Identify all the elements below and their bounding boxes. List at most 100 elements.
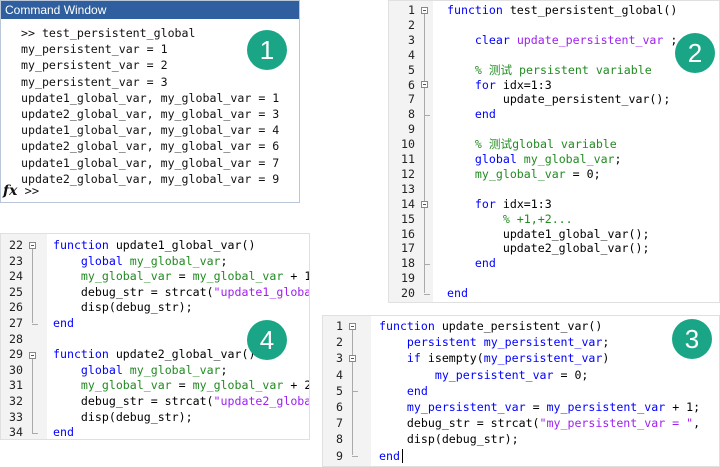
fold-guide bbox=[424, 208, 425, 264]
line-number: 11 bbox=[389, 152, 415, 167]
command-output-line: update2_global_var, my_global_var = 3 bbox=[21, 106, 279, 122]
code-line[interactable]: % +1,+2... bbox=[447, 212, 573, 227]
line-number: 17 bbox=[389, 241, 415, 256]
badge-4: 4 bbox=[247, 320, 287, 360]
line-number: 6 bbox=[389, 78, 415, 93]
line-number: 24 bbox=[1, 269, 23, 285]
line-number: 9 bbox=[389, 122, 415, 137]
code-line[interactable]: for idx=1:3 bbox=[447, 78, 552, 93]
line-number: 16 bbox=[389, 227, 415, 242]
line-number: 20 bbox=[389, 286, 415, 301]
code-line[interactable]: for idx=1:3 bbox=[447, 197, 552, 212]
command-output-line: my_persistent_var = 2 bbox=[21, 57, 279, 73]
badge-1: 1 bbox=[247, 30, 287, 70]
code-line[interactable]: function test_persistent_global() bbox=[447, 3, 677, 18]
code-line[interactable]: end bbox=[447, 256, 496, 271]
code-line[interactable]: function update_persistent_var() bbox=[379, 318, 602, 334]
code-line[interactable]: end bbox=[447, 107, 496, 122]
fold-toggle-icon[interactable] bbox=[421, 7, 428, 14]
line-number: 18 bbox=[389, 256, 415, 271]
line-number: 25 bbox=[1, 285, 23, 301]
line-number: 8 bbox=[389, 107, 415, 122]
line-number: 10 bbox=[389, 137, 415, 152]
line-number: 8 bbox=[323, 431, 343, 447]
code-line[interactable]: end bbox=[379, 383, 428, 399]
fold-end-marker bbox=[424, 294, 430, 295]
editor-update-persistent-var[interactable]: 1function update_persistent_var()2 persi… bbox=[322, 315, 720, 467]
fold-guide bbox=[352, 362, 353, 390]
code-line[interactable]: global my_global_var; bbox=[53, 363, 228, 379]
code-line[interactable]: end bbox=[53, 425, 74, 440]
fold-end-marker bbox=[352, 456, 358, 457]
line-number: 4 bbox=[389, 48, 415, 63]
code-line[interactable]: if isempty(my_persistent_var) bbox=[379, 350, 609, 366]
command-prompt[interactable]: fx >> bbox=[3, 183, 39, 199]
line-number: 4 bbox=[323, 367, 343, 383]
code-line[interactable]: global my_global_var; bbox=[53, 254, 228, 270]
line-number: 34 bbox=[1, 425, 23, 440]
code-line[interactable]: debug_str = strcat("update1_global_ bbox=[53, 285, 310, 301]
line-number: 7 bbox=[389, 92, 415, 107]
code-line[interactable]: % 测试global variable bbox=[447, 137, 617, 152]
fold-toggle-icon[interactable] bbox=[29, 352, 36, 359]
line-number: 15 bbox=[389, 212, 415, 227]
command-window-title: Command Window bbox=[1, 1, 299, 19]
code-line[interactable]: my_global_var = my_global_var + 1; bbox=[53, 269, 310, 285]
fold-end-marker bbox=[424, 115, 430, 116]
code-line[interactable]: % 测试 persistent variable bbox=[447, 63, 652, 78]
line-number: 1 bbox=[323, 318, 343, 334]
code-line[interactable]: update2_global_var(); bbox=[447, 241, 649, 256]
line-number: 30 bbox=[1, 363, 23, 379]
line-number: 22 bbox=[1, 238, 23, 254]
code-line[interactable]: global my_global_var; bbox=[447, 152, 622, 167]
code-line[interactable]: disp(debug_str); bbox=[53, 410, 193, 426]
code-line[interactable]: my_persistent_var = my_persistent_var + … bbox=[379, 399, 700, 415]
code-line[interactable]: update_persistent_var(); bbox=[447, 92, 670, 107]
code-line[interactable]: end bbox=[447, 286, 468, 301]
badge-2: 2 bbox=[675, 33, 715, 73]
code-line[interactable]: function update1_global_var() bbox=[53, 238, 255, 254]
prompt-symbol: >> bbox=[25, 184, 39, 198]
line-number: 26 bbox=[1, 300, 23, 316]
line-number: 28 bbox=[1, 332, 23, 348]
line-number: 23 bbox=[1, 254, 23, 270]
editor-test-persistent-global[interactable]: 1function test_persistent_global()23 cle… bbox=[388, 0, 720, 303]
fold-toggle-icon[interactable] bbox=[421, 81, 428, 88]
line-number: 14 bbox=[389, 197, 415, 212]
code-line[interactable]: persistent my_persistent_var; bbox=[379, 334, 609, 350]
line-number: 1 bbox=[389, 3, 415, 18]
line-number: 29 bbox=[1, 347, 23, 363]
line-number: 32 bbox=[1, 394, 23, 410]
text-cursor bbox=[402, 449, 403, 463]
code-line[interactable]: my_global_var = 0; bbox=[447, 167, 601, 182]
code-line[interactable]: my_persistent_var = 0; bbox=[379, 367, 588, 383]
code-line[interactable]: my_global_var = my_global_var + 2; bbox=[53, 378, 310, 394]
line-number: 33 bbox=[1, 410, 23, 426]
fx-icon[interactable]: fx bbox=[3, 183, 17, 199]
fold-toggle-icon[interactable] bbox=[29, 242, 36, 249]
command-output-line: update1_global_var, my_global_var = 1 bbox=[21, 90, 279, 106]
fold-guide bbox=[352, 330, 353, 456]
code-line[interactable]: update1_global_var(); bbox=[447, 227, 649, 242]
code-line[interactable]: end bbox=[53, 316, 74, 332]
line-number: 31 bbox=[1, 378, 23, 394]
line-number: 7 bbox=[323, 415, 343, 431]
code-line[interactable]: debug_str = strcat("update2_global_ bbox=[53, 394, 310, 410]
fold-guide bbox=[32, 249, 33, 323]
code-line[interactable]: clear update_persistent_var ; bbox=[447, 33, 677, 48]
command-window[interactable]: Command Window >> test_persistent_global… bbox=[0, 0, 300, 203]
fold-end-marker bbox=[32, 433, 38, 434]
fold-end-marker bbox=[352, 391, 358, 392]
line-number: 12 bbox=[389, 167, 415, 182]
line-number: 27 bbox=[1, 316, 23, 332]
code-line[interactable]: debug_str = strcat("my_persistent_var = … bbox=[379, 415, 700, 431]
command-output-line: update2_global_var, my_global_var = 9 bbox=[21, 171, 279, 187]
code-line[interactable]: end bbox=[379, 448, 400, 464]
fold-toggle-icon[interactable] bbox=[349, 323, 356, 330]
fold-guide bbox=[424, 88, 425, 114]
code-line[interactable]: function update2_global_var() bbox=[53, 347, 255, 363]
fold-toggle-icon[interactable] bbox=[421, 201, 428, 208]
code-line[interactable]: disp(debug_str); bbox=[379, 431, 519, 447]
fold-toggle-icon[interactable] bbox=[349, 355, 356, 362]
code-line[interactable]: disp(debug_str); bbox=[53, 300, 193, 316]
